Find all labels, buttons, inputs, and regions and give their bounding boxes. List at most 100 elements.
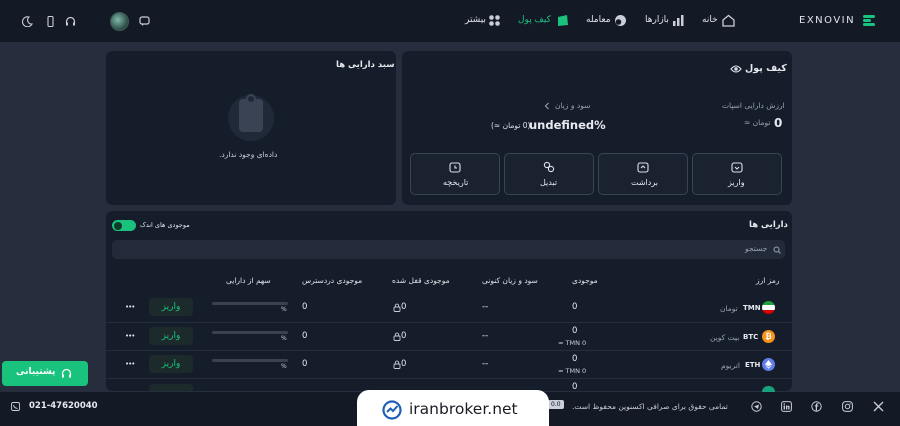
row-divider — [106, 378, 792, 379]
small-balances-toggle[interactable] — [112, 220, 136, 231]
coin-name: بیت کوین — [710, 333, 740, 342]
share-bar — [212, 359, 288, 362]
x-twitter-icon[interactable] — [872, 400, 884, 412]
share-bar — [212, 331, 288, 334]
trade-icon — [613, 13, 627, 27]
linkedin-icon[interactable] — [780, 400, 792, 412]
telegram-icon[interactable] — [750, 400, 762, 412]
instagram-icon[interactable] — [841, 400, 853, 412]
watermark-text: iranbroker.net — [409, 400, 518, 418]
deposit-button[interactable] — [149, 384, 193, 391]
deposit-button[interactable]: واریز — [149, 355, 193, 373]
ethereum-icon — [762, 358, 775, 371]
share-value: % — [281, 306, 287, 313]
brand-name[interactable]: EXNOVIN — [799, 15, 855, 26]
convert-action-label: تبدیل — [540, 178, 558, 187]
top-bar — [0, 0, 900, 42]
convert-icon — [543, 161, 555, 173]
deposit-action-button[interactable] — [692, 153, 782, 195]
nav-more[interactable]: بیشتر — [465, 15, 486, 25]
chevron-left-icon[interactable] — [543, 101, 551, 110]
pnl-value: -- — [482, 331, 489, 341]
more-options-icon[interactable]: ••• — [125, 303, 135, 311]
coin-name: تومان — [720, 304, 738, 313]
more-options-icon[interactable]: ••• — [125, 332, 135, 340]
home-icon — [721, 13, 735, 27]
brand-logo-icon — [862, 13, 876, 27]
support-label: پشتیبانی — [16, 367, 56, 377]
nav-trade[interactable]: معامله — [586, 15, 611, 25]
support-phone[interactable]: 021-47620040 — [29, 401, 98, 411]
asset-unit: تومان ≈ — [744, 118, 771, 127]
history-action-button[interactable] — [410, 153, 500, 195]
table-row — [106, 323, 792, 351]
nav-markets[interactable]: بازارها — [645, 15, 669, 25]
basket-empty-text: داده‌ای وجود ندارد. — [219, 150, 278, 159]
locked-value: 0 — [401, 302, 407, 312]
locked-value: 0 — [401, 359, 407, 369]
available-value: 0 — [302, 302, 308, 312]
balance-value: 0 — [572, 326, 578, 336]
balance-sub: 0 TMN ≈ — [558, 339, 587, 347]
wallet-nav-icon — [555, 13, 569, 27]
search-input[interactable] — [112, 240, 785, 259]
deposit-button[interactable]: واریز — [149, 298, 193, 316]
mobile-app-icon[interactable] — [44, 15, 56, 27]
col-header-pnl: سود و زیان کنونی — [482, 276, 538, 285]
balance-sub: 0 TMN ≈ — [558, 367, 587, 375]
locked-value: 0 — [401, 331, 407, 341]
markets-icon — [671, 13, 685, 27]
col-header-available: موجودی دردسترس — [302, 276, 363, 285]
col-header-coin: رمز ارز — [756, 276, 780, 285]
withdraw-action-label: برداشت — [631, 178, 658, 187]
empty-state-icon — [228, 94, 274, 141]
bitcoin-icon: ₿ — [762, 330, 775, 343]
more-options-icon[interactable]: ••• — [125, 360, 135, 368]
wallet-title: کیف پول — [745, 63, 787, 74]
pnl-value: -- — [482, 302, 489, 312]
pnl-value: -- — [482, 359, 489, 369]
history-icon — [449, 161, 461, 173]
avatar[interactable] — [110, 12, 129, 31]
pnl-label[interactable]: سود و زیان — [555, 101, 590, 110]
withdraw-icon — [637, 161, 649, 173]
share-value: % — [281, 335, 287, 342]
coin-symbol: TMN — [743, 304, 761, 312]
pnl-value: undefined% — [529, 118, 606, 132]
available-value: 0 — [302, 331, 308, 341]
share-value: % — [281, 363, 287, 370]
nav-wallet[interactable]: کیف پول — [518, 15, 551, 25]
lock-icon — [392, 360, 401, 369]
small-balances-label: موجودی های اندک — [140, 221, 190, 229]
pnl-sub: (0 تومان ≈) — [491, 121, 531, 130]
messages-icon[interactable] — [138, 15, 150, 27]
assets-title: دارایی ها — [749, 220, 788, 230]
dark-mode-icon[interactable] — [21, 15, 33, 27]
facebook-icon[interactable] — [810, 400, 822, 412]
coin-symbol: BTC — [743, 333, 759, 341]
watermark-logo-icon — [381, 399, 403, 421]
withdraw-action-button[interactable] — [598, 153, 688, 195]
headset-icon[interactable] — [64, 15, 76, 27]
asset-value: 0 — [774, 116, 783, 130]
eye-icon[interactable] — [730, 63, 742, 75]
table-row — [106, 351, 792, 379]
deposit-icon — [731, 161, 743, 173]
col-header-balance: موجودی — [572, 276, 598, 285]
support-headset-icon — [60, 367, 72, 379]
basket-title: سبد دارایی ها — [336, 60, 395, 70]
lock-icon — [392, 332, 401, 341]
available-value: 0 — [302, 359, 308, 369]
coin-symbol: ETH — [745, 361, 761, 369]
convert-action-button[interactable] — [504, 153, 594, 195]
search-placeholder: جستجو — [745, 244, 768, 253]
iran-flag-icon — [762, 301, 775, 314]
search-icon — [772, 245, 781, 254]
nav-home[interactable]: خانه — [702, 15, 718, 25]
balance-value: 0 — [572, 354, 578, 364]
phone-icon — [10, 401, 20, 411]
deposit-button[interactable]: واریز — [149, 327, 193, 345]
coin-name: اتریوم — [721, 361, 740, 370]
table-row — [106, 294, 792, 322]
col-header-locked: موجودی قفل شده — [392, 276, 450, 285]
